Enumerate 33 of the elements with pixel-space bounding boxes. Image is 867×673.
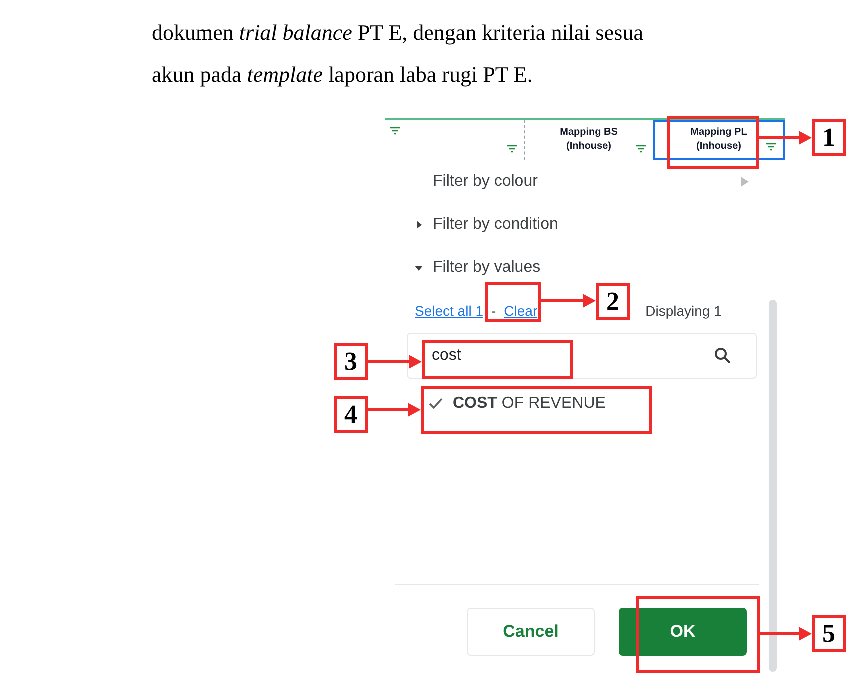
caret-right-icon [415, 220, 423, 228]
filter-icon[interactable] [506, 144, 518, 154]
body-text: dokumen trial balance PT E, dengan kriteria nilai sesua [152, 19, 644, 47]
arrow [541, 294, 596, 308]
filter-icon[interactable] [765, 142, 777, 152]
callout-number: 3 [334, 343, 368, 380]
column-header[interactable]: Mapping BS (Inhouse) [525, 120, 653, 160]
arrow [368, 403, 421, 417]
arrow [759, 131, 812, 145]
select-all-link[interactable]: Select all 1 [415, 300, 484, 322]
callout-number: 1 [812, 119, 846, 156]
caret-down-icon [415, 264, 423, 272]
highlight-frame [485, 282, 541, 322]
callout-number: 2 [596, 283, 630, 320]
body-text: akun pada template laporan laba rugi PT E. [152, 61, 534, 89]
separator-text: - [491, 302, 496, 320]
ok-button[interactable]: OK [619, 608, 747, 656]
caret-right-icon [741, 176, 749, 186]
cancel-button[interactable]: Cancel [467, 608, 595, 656]
callout-number: 4 [334, 396, 368, 433]
menu-item[interactable]: Filter by condition [415, 203, 749, 246]
displaying-count: Displaying 1 [646, 302, 722, 321]
clear-link[interactable]: Clear [504, 300, 538, 322]
filter-icon[interactable] [389, 126, 401, 136]
menu-item[interactable]: Filter by colour [415, 160, 749, 203]
scrollbar[interactable] [769, 300, 777, 672]
arrow [368, 355, 422, 369]
value-option[interactable]: COST OF REVENUE [415, 379, 749, 429]
column-header[interactable]: Mapping PL (Inhouse) [653, 120, 785, 160]
callout-number: 5 [812, 615, 846, 652]
arrow [760, 627, 812, 641]
search-icon [714, 347, 732, 365]
filter-icon[interactable] [635, 144, 647, 154]
